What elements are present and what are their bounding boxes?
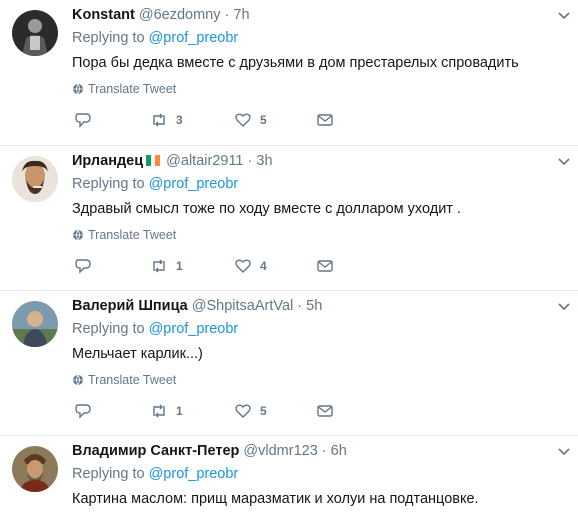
reply-feed: Konstant @6ezdomny · 7h Replying to @pro…: [0, 0, 578, 513]
tweet-text: Пора бы дедка вместе с друзьями в дом пр…: [72, 55, 519, 71]
direct-message-button[interactable]: [316, 111, 334, 129]
tweet-text: Картина маслом: прищ маразматик и холуи …: [72, 491, 479, 507]
chevron-down-icon[interactable]: [556, 446, 572, 458]
retweet-icon: [153, 113, 165, 127]
like-button[interactable]: 5: [234, 402, 267, 420]
heart-icon: [235, 113, 251, 127]
replying-to-link[interactable]: @prof_preobr: [149, 321, 239, 337]
tweet-header: Валерий Шпица @ShpitsaArtVal · 5h: [72, 297, 322, 315]
timestamp[interactable]: 7h: [233, 7, 249, 23]
replying-to: Replying to @prof_preobr: [72, 176, 238, 192]
display-name[interactable]: Владимир Санкт-Петер: [72, 443, 239, 459]
retweet-button[interactable]: 1: [150, 257, 183, 275]
timestamp[interactable]: 5h: [306, 298, 322, 314]
replying-to-link[interactable]: @prof_preobr: [149, 30, 239, 46]
globe-icon: [73, 229, 83, 241]
replying-prefix: Replying to: [72, 30, 145, 46]
irish-flag-icon: [146, 153, 161, 166]
translate-label: Translate Tweet: [88, 373, 177, 387]
bearded-man-avatar-icon: [12, 156, 58, 202]
translate-button[interactable]: Translate Tweet: [72, 82, 176, 96]
tweet-actions: 1 4: [74, 257, 344, 275]
user-handle[interactable]: @6ezdomny: [139, 7, 221, 23]
replying-prefix: Replying to: [72, 176, 145, 192]
user-handle[interactable]: @vldmr123: [243, 443, 317, 459]
like-count: 5: [260, 113, 267, 127]
reply-icon: [75, 404, 91, 419]
avatar[interactable]: [12, 156, 58, 202]
timestamp[interactable]: 3h: [256, 153, 272, 169]
reply-icon: [75, 113, 91, 128]
tweet[interactable]: Konstant @6ezdomny · 7h Replying to @pro…: [0, 0, 578, 146]
translate-button[interactable]: Translate Tweet: [72, 228, 176, 242]
translate-label: Translate Tweet: [88, 228, 177, 242]
heart-icon: [235, 404, 251, 418]
user-handle[interactable]: @altair2911: [166, 153, 243, 169]
globe-icon: [73, 83, 83, 95]
globe-icon: [73, 374, 83, 386]
tweet-text: Мельчает карлик...): [72, 346, 203, 362]
envelope-icon: [317, 260, 333, 272]
replying-to-link[interactable]: @prof_preobr: [149, 176, 239, 192]
avatar[interactable]: [12, 446, 58, 492]
avatar[interactable]: [12, 10, 58, 56]
dark-figure-avatar-icon: [12, 10, 58, 56]
user-handle[interactable]: @ShpitsaArtVal: [192, 298, 294, 314]
tweet-text: Здравый смысл тоже по ходу вместе с долл…: [72, 201, 462, 217]
reply-button[interactable]: [74, 257, 92, 275]
separator: ·: [247, 153, 253, 169]
replying-to: Replying to @prof_preobr: [72, 466, 238, 482]
tweet-actions: 3 5: [74, 111, 344, 129]
retweet-icon: [153, 404, 165, 418]
replying-to-link[interactable]: @prof_preobr: [149, 466, 239, 482]
tweet[interactable]: Владимир Санкт-Петер @vldmr123 · 6h Repl…: [0, 436, 578, 513]
direct-message-button[interactable]: [316, 257, 334, 275]
direct-message-button[interactable]: [316, 402, 334, 420]
retweet-count: 1: [176, 404, 183, 418]
timestamp[interactable]: 6h: [331, 443, 347, 459]
tweet[interactable]: Ирландец @altair2911 · 3h Replying to @p…: [0, 146, 578, 291]
retweet-icon: [153, 259, 165, 273]
reply-button[interactable]: [74, 402, 92, 420]
envelope-icon: [317, 405, 333, 417]
like-button[interactable]: 5: [234, 111, 267, 129]
replying-to: Replying to @prof_preobr: [72, 30, 238, 46]
like-button[interactable]: 4: [234, 257, 267, 275]
chevron-down-icon[interactable]: [556, 301, 572, 313]
separator: ·: [297, 298, 303, 314]
chevron-down-icon[interactable]: [556, 10, 572, 22]
avatar[interactable]: [12, 301, 58, 347]
translate-button[interactable]: Translate Tweet: [72, 373, 176, 387]
tweet-header: Konstant @6ezdomny · 7h: [72, 6, 250, 24]
retweet-button[interactable]: 1: [150, 402, 183, 420]
man-outdoors-avatar-icon: [12, 301, 58, 347]
envelope-icon: [317, 114, 333, 126]
translate-label: Translate Tweet: [88, 82, 177, 96]
display-name[interactable]: Konstant: [72, 7, 135, 23]
heart-icon: [235, 259, 251, 273]
retweet-count: 1: [176, 259, 183, 273]
tweet[interactable]: Валерий Шпица @ShpitsaArtVal · 5h Replyi…: [0, 291, 578, 436]
replying-prefix: Replying to: [72, 321, 145, 337]
like-count: 4: [260, 259, 267, 273]
tweet-header: Владимир Санкт-Петер @vldmr123 · 6h: [72, 442, 347, 460]
retweet-count: 3: [176, 113, 183, 127]
reply-button[interactable]: [74, 111, 92, 129]
separator: ·: [321, 443, 327, 459]
display-name[interactable]: Ирландец: [72, 153, 143, 169]
replying-to: Replying to @prof_preobr: [72, 321, 238, 337]
display-name[interactable]: Валерий Шпица: [72, 298, 188, 314]
like-count: 5: [260, 404, 267, 418]
tweet-header: Ирландец @altair2911 · 3h: [72, 152, 273, 170]
tweet-actions: 1 5: [74, 402, 344, 420]
painted-portrait-avatar-icon: [12, 446, 58, 492]
chevron-down-icon[interactable]: [556, 156, 572, 168]
reply-icon: [75, 259, 91, 274]
separator: ·: [224, 7, 230, 23]
retweet-button[interactable]: 3: [150, 111, 183, 129]
replying-prefix: Replying to: [72, 466, 145, 482]
